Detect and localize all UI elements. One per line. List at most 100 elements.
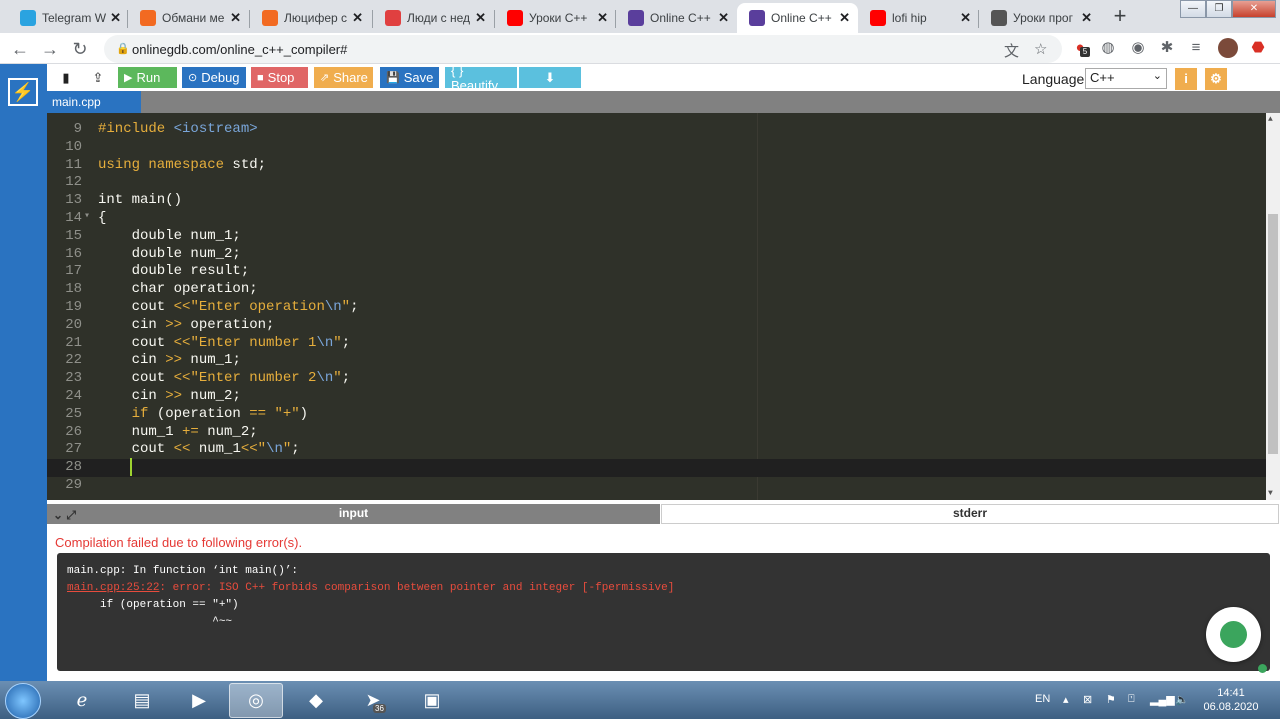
network-icon[interactable]: ⊠ [1083, 693, 1092, 706]
back-button[interactable]: ← [9, 38, 31, 60]
code-line: 10 [47, 139, 1267, 157]
code-line: 29 [47, 477, 1267, 495]
code-token: using namespace [98, 156, 233, 173]
pdf-reader-icon[interactable]: ▣ [405, 683, 459, 718]
eye-extension-icon[interactable]: ◉ [1128, 38, 1148, 58]
file-tab-bar: main.cpp [47, 91, 1280, 113]
close-tab-icon[interactable]: ✕ [352, 10, 363, 26]
scroll-down-icon[interactable]: ▼ [1268, 489, 1273, 498]
tab-input[interactable]: ⌄ ⤢ input [47, 504, 660, 524]
close-window-button[interactable]: ✕ [1232, 0, 1276, 18]
browser-tab[interactable]: Люцифер с ✕ [250, 3, 371, 33]
code-token: << [173, 441, 191, 458]
media-player-icon[interactable]: ▶ [172, 683, 226, 718]
code-editor[interactable]: 9 #include <iostream> 10 11 using namespace … [47, 113, 1280, 500]
language-indicator[interactable]: EN [1035, 693, 1050, 705]
browser-tab[interactable]: Уроки прог ✕ [979, 3, 1100, 33]
profile-avatar[interactable] [1218, 38, 1238, 58]
close-tab-icon[interactable]: ✕ [597, 10, 608, 26]
tab-separator [494, 10, 495, 28]
chat-button[interactable] [1206, 607, 1261, 662]
code-token: num_2; [182, 388, 241, 404]
tab-stderr[interactable]: stderr [661, 504, 1279, 524]
browser-tab[interactable]: Online C++ ✕ [616, 3, 737, 33]
code-token: << [173, 370, 191, 387]
upload-icon[interactable]: ⇪ [85, 67, 111, 88]
language-select[interactable]: C++ ⌄ [1085, 68, 1167, 89]
tray-expand-icon[interactable]: ▴ [1063, 693, 1069, 706]
code-token: cout [98, 441, 174, 458]
start-button[interactable] [5, 683, 41, 719]
code-text: if (operation == "+") [98, 406, 308, 422]
stop-icon: ■ [257, 71, 264, 84]
debug-button[interactable]: ⊙ Debug [182, 67, 246, 88]
browser-tab[interactable]: Telegram W ✕ [8, 3, 129, 33]
code-line: 19 cout <<"Enter operation\n"; [47, 299, 1267, 317]
browser-tab[interactable]: Online C++ ✕ [737, 3, 858, 33]
globe-icon[interactable]: ◍ [1098, 38, 1118, 58]
line-number: 19 [65, 299, 82, 315]
code-token: "+" [274, 405, 300, 422]
close-tab-icon[interactable]: ✕ [960, 10, 971, 26]
collapse-chevron-icon[interactable]: ⌄ ⤢ [53, 506, 76, 524]
scrollbar-thumb[interactable] [1268, 214, 1278, 454]
translate-icon[interactable]: 文 [1004, 40, 1019, 61]
browser-tab[interactable]: Уроки C++ ✕ [495, 3, 616, 33]
download-button[interactable]: ⬇ [519, 67, 581, 88]
info-button[interactable]: i [1175, 68, 1197, 90]
ie-icon[interactable]: ℯ [55, 683, 109, 718]
youtube-icon [507, 10, 523, 26]
code-token: num_1 [190, 441, 241, 458]
close-tab-icon[interactable]: ✕ [1081, 10, 1092, 26]
file-tab-main[interactable]: main.cpp [47, 91, 141, 113]
signal-icon[interactable]: ▂▄▆ [1150, 693, 1175, 706]
action-center-flag-icon[interactable]: ⚑ [1106, 693, 1116, 706]
close-tab-icon[interactable]: ✕ [110, 10, 121, 26]
close-tab-icon[interactable]: ✕ [475, 10, 486, 26]
url-text: onlinegdb.com/online_c++_compiler# [132, 42, 348, 57]
browser-tab[interactable]: Обмани ме ✕ [128, 3, 249, 33]
system-clock[interactable]: 14:41 06.08.2020 [1200, 686, 1262, 714]
reload-button[interactable]: ↻ [69, 38, 91, 60]
browser-tab[interactable]: Люди с нед ✕ [373, 3, 494, 33]
maximize-button[interactable]: ❐ [1206, 0, 1232, 18]
usb-icon[interactable]: ⍞ [1128, 693, 1135, 706]
bookmark-star-icon[interactable]: ☆ [1034, 40, 1047, 58]
forward-button[interactable]: → [39, 38, 61, 60]
code-token: " [257, 441, 267, 458]
error-location-link[interactable]: main.cpp:25:22 [67, 582, 159, 594]
close-tab-icon[interactable]: ✕ [839, 10, 850, 26]
code-token: #include [98, 121, 174, 137]
fold-arrow-icon[interactable]: ▾ [84, 210, 90, 222]
line-number: 10 [65, 138, 82, 155]
close-tab-icon[interactable]: ✕ [718, 10, 729, 26]
stop-button[interactable]: ■ Stop [251, 67, 308, 88]
onlinegdb-logo-icon[interactable]: ⚡ [8, 78, 38, 106]
chrome-icon[interactable]: ◎ [229, 683, 283, 718]
anydesk-icon[interactable]: ◆ [289, 683, 343, 718]
browser-tab[interactable]: lofi hip ✕ [858, 3, 979, 33]
editor-scrollbar[interactable]: ▲ ▼ [1266, 113, 1280, 500]
adblock-icon[interactable]: ⬣ [1248, 38, 1268, 58]
close-tab-icon[interactable]: ✕ [230, 10, 241, 26]
puzzle-icon[interactable]: ✱ [1157, 38, 1177, 58]
share-button[interactable]: ⇗ Share [314, 67, 373, 88]
save-button[interactable]: 💾 Save [380, 67, 439, 88]
code-token: num_1; [182, 352, 241, 369]
new-file-icon[interactable]: ▮ [54, 67, 78, 88]
beautify-button[interactable]: { } Beautify [445, 63, 517, 93]
line-number: 9 [73, 121, 82, 137]
address-bar[interactable]: 🔒 onlinegdb.com/online_c++_compiler# 文 ☆ [104, 35, 1062, 63]
run-button[interactable]: ▶ Run [118, 67, 177, 88]
media-queue-icon[interactable]: ≡ [1186, 38, 1206, 58]
new-tab-button[interactable]: + [1106, 4, 1134, 30]
settings-gear-icon[interactable]: ⚙ [1205, 68, 1227, 90]
code-token: " [333, 370, 342, 387]
scroll-up-icon[interactable]: ▲ [1268, 115, 1273, 124]
telegram-icon[interactable]: ➤ [346, 683, 400, 718]
extension-badge: 5 [1080, 47, 1090, 57]
line-number: 25 [65, 405, 82, 422]
volume-icon[interactable]: 🔈 [1175, 693, 1189, 706]
minimize-button[interactable]: — [1180, 0, 1206, 18]
explorer-folder-icon[interactable]: ▤ [115, 683, 169, 718]
